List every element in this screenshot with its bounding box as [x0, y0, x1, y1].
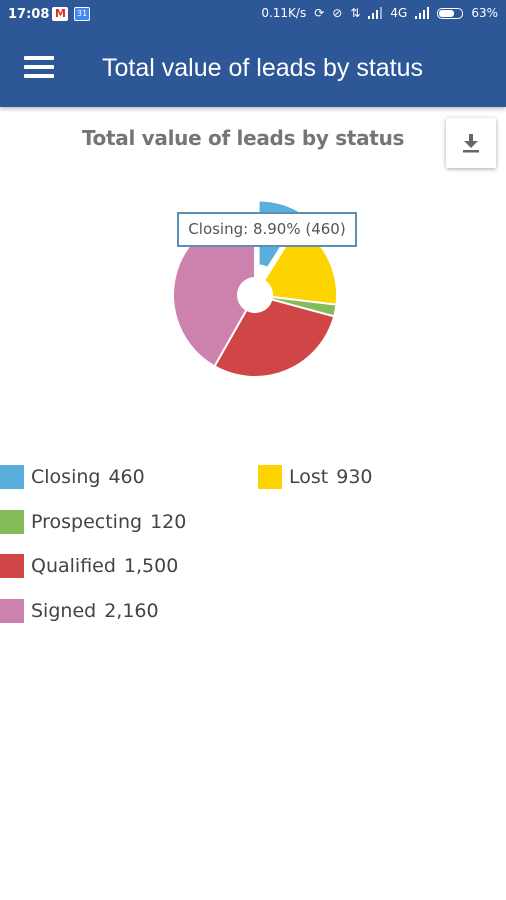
legend-label: Lost 930: [289, 466, 373, 488]
network-speed: 0.11K/s: [261, 6, 307, 20]
status-time: 17:08: [8, 7, 50, 22]
legend-label: Qualified 1,500: [31, 555, 178, 577]
chart-tooltip: Closing: 8.90% (460): [177, 212, 357, 247]
legend-name: Lost: [289, 466, 329, 488]
legend-value: 930: [336, 466, 373, 488]
download-button[interactable]: [446, 118, 496, 168]
network-type: 4G: [390, 6, 408, 20]
app-title: Total value of leads by status: [102, 54, 424, 82]
status-bar: 17:08 0.11K/s ⟳ ⊘ ⇅ 4G 63%: [0, 0, 506, 28]
legend-name: Qualified: [31, 555, 116, 577]
legend-label: Signed 2,160: [31, 600, 159, 622]
hamburger-menu-icon[interactable]: [24, 54, 56, 80]
legend-label: Prospecting 120: [31, 511, 186, 533]
legend-value: 460: [108, 466, 145, 488]
signal-icon: [415, 7, 430, 19]
legend-swatch: [0, 554, 24, 578]
download-icon: [463, 134, 479, 153]
app-bar: Total value of leads by status: [0, 28, 506, 107]
alarm-off-icon: ⊘: [332, 6, 343, 20]
data-arrows-icon: ⇅: [350, 6, 361, 20]
legend-swatch: [0, 465, 24, 489]
legend-value: 2,160: [104, 600, 159, 622]
legend-swatch: [0, 510, 24, 534]
chart-title: Total value of leads by status: [81, 126, 405, 150]
legend-value: 120: [150, 511, 187, 533]
legend-swatch: [258, 465, 282, 489]
sync-icon: ⟳: [314, 6, 325, 20]
legend-swatch: [0, 599, 24, 623]
legend-name: Prospecting: [31, 511, 143, 533]
signal-icon: [368, 7, 383, 19]
legend-value: 1,500: [123, 555, 179, 577]
gmail-icon: [52, 7, 68, 21]
legend-name: Closing: [31, 466, 101, 488]
calendar-icon: [74, 7, 90, 21]
battery-icon: [437, 7, 464, 19]
battery-level: 63%: [471, 6, 498, 20]
legend-name: Signed: [31, 600, 97, 622]
legend-label: Closing 460: [31, 466, 145, 488]
